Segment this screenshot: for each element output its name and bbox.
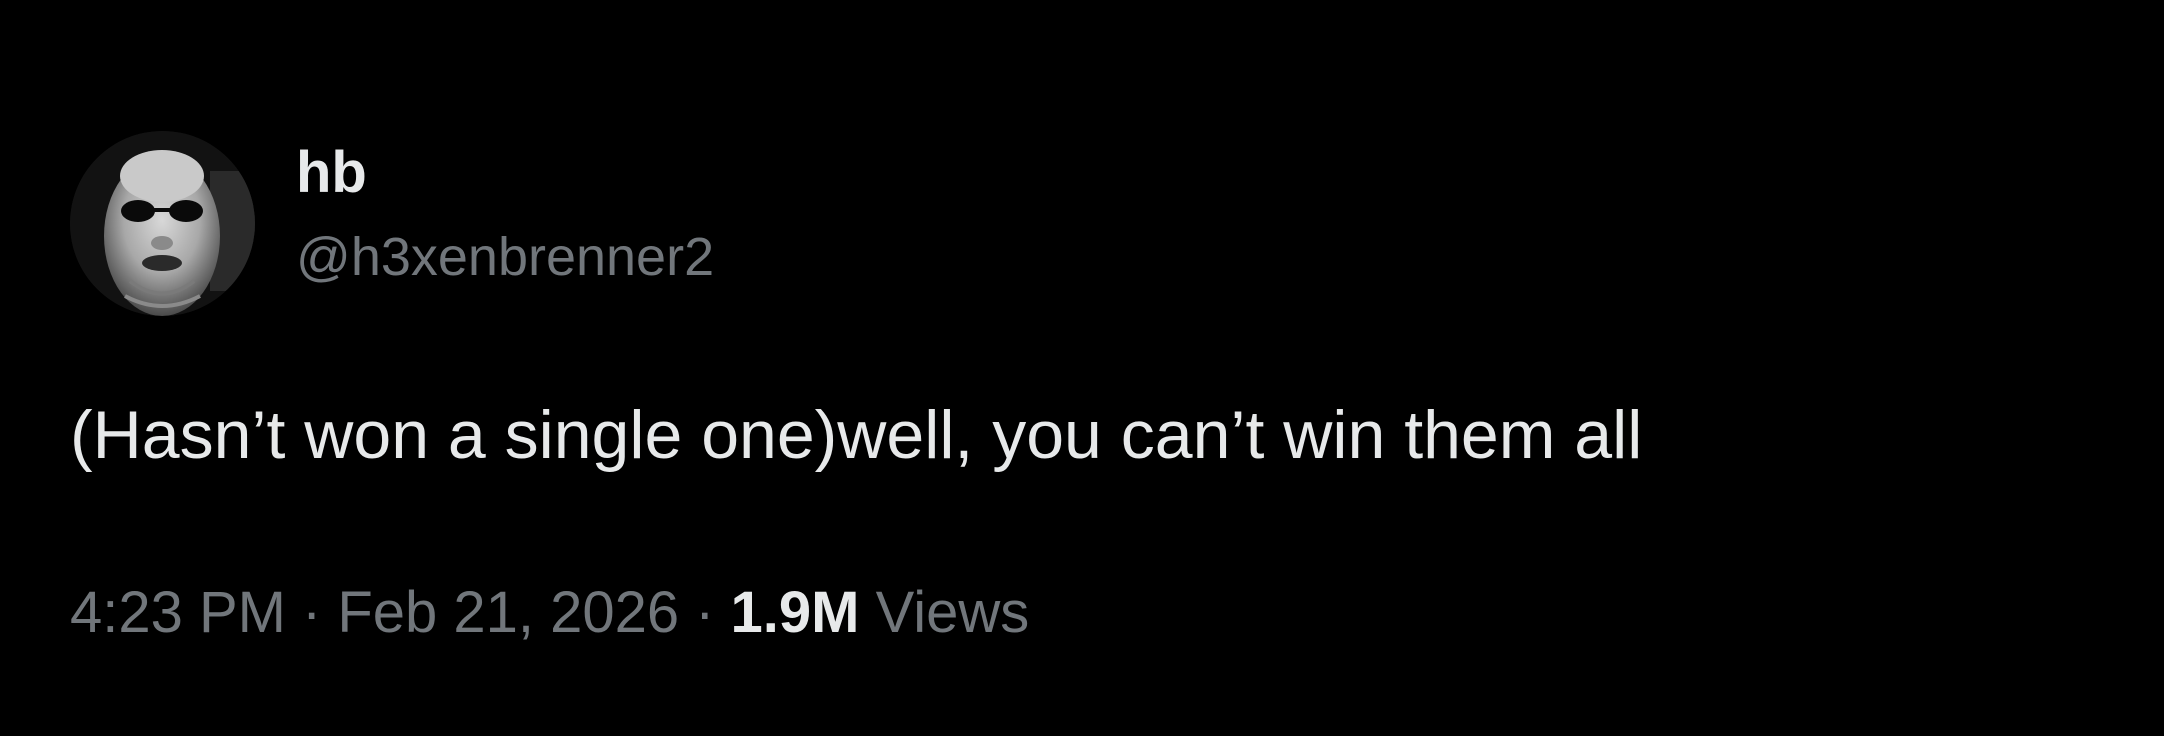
meta-separator: · xyxy=(695,580,715,645)
avatar[interactable] xyxy=(70,131,255,316)
user-handle[interactable]: @h3xenbrenner2 xyxy=(296,226,714,288)
user-avatar-icon xyxy=(70,131,255,316)
meta-separator: · xyxy=(302,580,322,645)
tweet-time[interactable]: 4:23 PM xyxy=(70,580,286,645)
tweet-date[interactable]: Feb 21, 2026 xyxy=(337,580,679,645)
display-name[interactable]: hb xyxy=(296,138,714,208)
user-info: hb @h3xenbrenner2 xyxy=(296,138,714,288)
tweet-card: hb @h3xenbrenner2 (Hasn’t won a single o… xyxy=(0,0,2164,736)
tweet-text: (Hasn’t won a single one)well, you can’t… xyxy=(70,397,1643,473)
views-label[interactable]: Views xyxy=(876,580,1030,645)
views-count[interactable]: 1.9M xyxy=(730,580,859,645)
tweet-meta: 4:23 PM · Feb 21, 2026 · 1.9M Views xyxy=(70,578,1029,648)
